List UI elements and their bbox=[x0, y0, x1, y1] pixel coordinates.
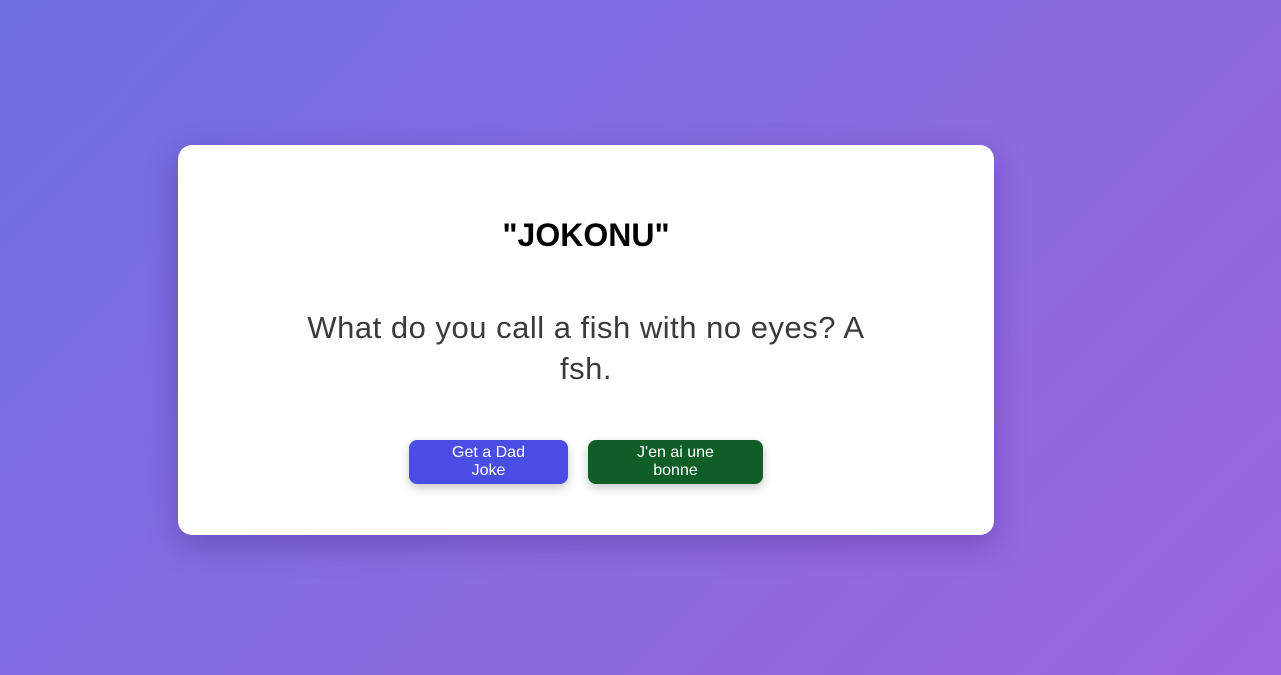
joke-card: "JOKONU" What do you call a fish with no… bbox=[178, 145, 994, 535]
submit-joke-button[interactable]: J'en ai une bonne bbox=[588, 440, 763, 484]
button-row: Get a Dad Joke J'en ai une bonne bbox=[178, 440, 994, 484]
joke-text: What do you call a fish with no eyes? A … bbox=[307, 310, 865, 386]
app-title: "JOKONU" bbox=[502, 217, 670, 253]
get-dad-joke-button[interactable]: Get a Dad Joke bbox=[409, 440, 568, 484]
